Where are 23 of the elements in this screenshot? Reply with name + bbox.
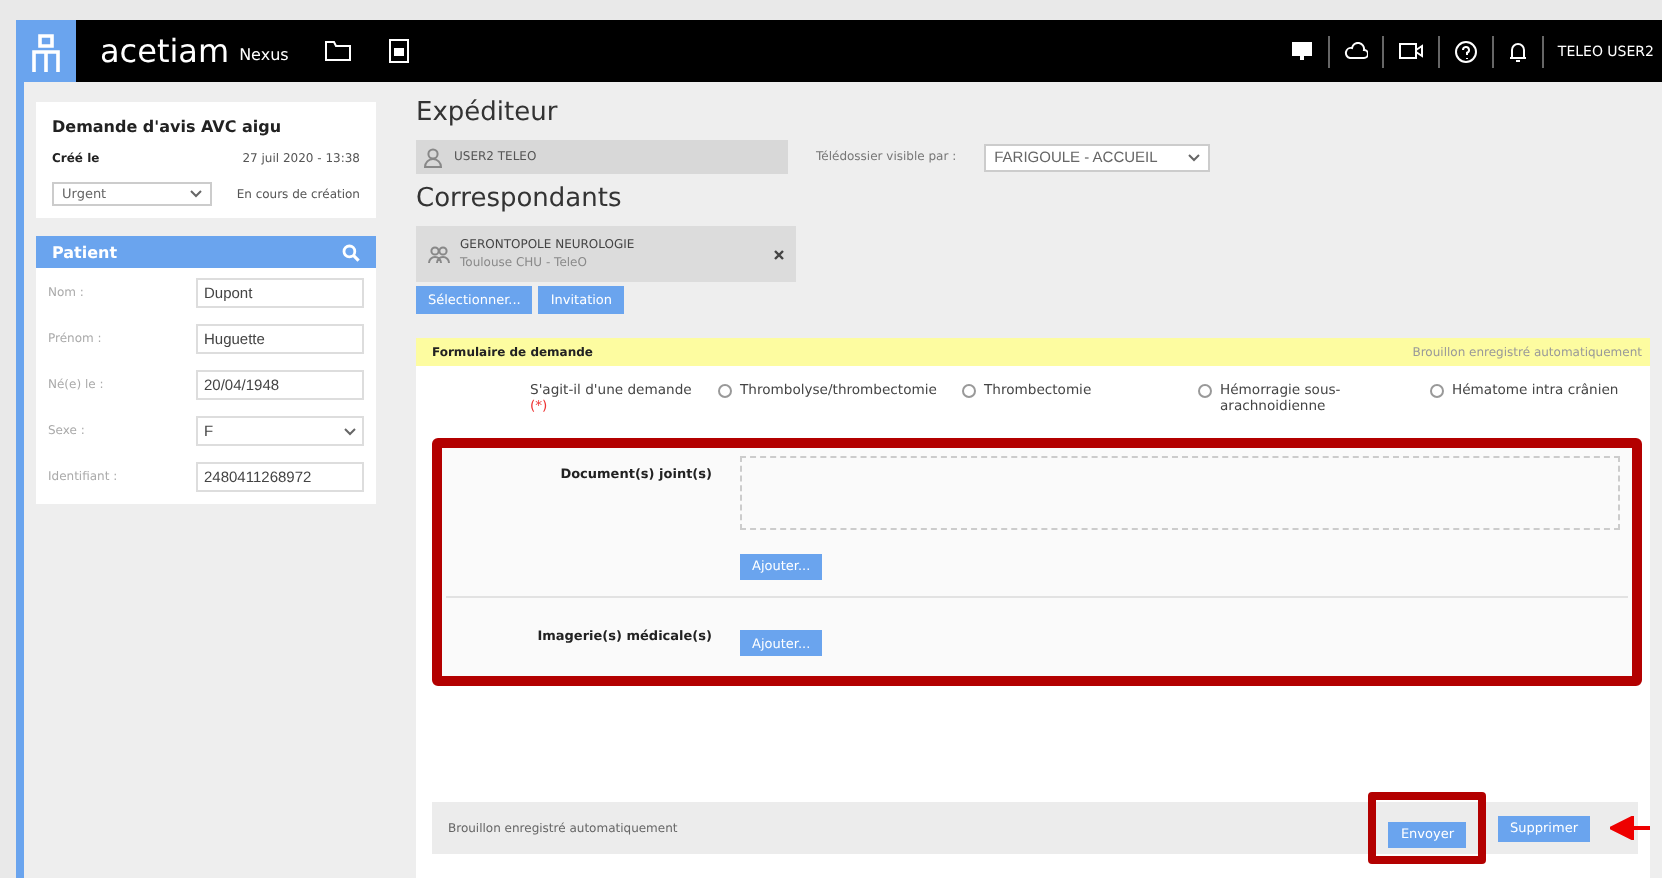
brand-name: acetiam [100, 32, 230, 70]
sender-heading: Expéditeur [416, 98, 560, 128]
user-icon [424, 147, 442, 167]
video-camera-icon[interactable] [1397, 42, 1424, 60]
patient-title: Patient [52, 243, 118, 261]
folder-icon[interactable] [324, 40, 353, 62]
bell-icon[interactable] [1507, 39, 1528, 63]
cloud-icon[interactable] [1343, 42, 1368, 60]
recipients-heading: Correspondants [416, 184, 624, 214]
request-title: Demande d'avis AVC aigu [52, 118, 284, 136]
monitor-icon[interactable] [1289, 40, 1314, 62]
archive-icon[interactable] [388, 38, 411, 64]
arrow-icon [1610, 816, 1650, 840]
chevron-icon [190, 190, 202, 198]
group-icon [428, 245, 450, 263]
chevron-icon [1188, 153, 1201, 161]
close-icon[interactable] [774, 249, 784, 259]
help-icon[interactable] [1453, 39, 1478, 63]
logo-icon [28, 29, 64, 73]
chevron-icon [344, 427, 356, 435]
search-icon[interactable] [342, 243, 360, 261]
product-name: Nexus [239, 46, 289, 64]
logo[interactable] [16, 20, 76, 82]
